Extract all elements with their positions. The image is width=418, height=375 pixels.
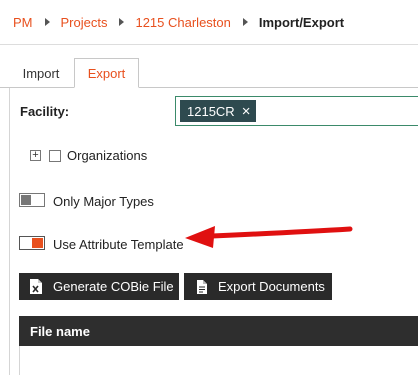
facility-chip-label: 1215CR	[187, 103, 235, 119]
only-major-types-toggle[interactable]	[19, 193, 45, 207]
organizations-label: Organizations	[67, 148, 148, 163]
organizations-checkbox[interactable]	[49, 149, 61, 162]
organizations-row: + Organizations	[30, 148, 147, 163]
generate-cobie-button[interactable]: Generate COBie File	[19, 273, 179, 300]
tab-export[interactable]: Export	[74, 58, 139, 88]
panel-border	[9, 88, 10, 375]
export-documents-button[interactable]: Export Documents	[184, 273, 332, 300]
document-icon	[196, 279, 208, 295]
table-body	[19, 346, 20, 375]
tab-import[interactable]: Import	[10, 58, 72, 88]
breadcrumb-projects[interactable]: Projects	[61, 15, 108, 30]
breadcrumb-separator-icon	[242, 18, 248, 26]
only-major-types-label: Only Major Types	[53, 194, 154, 209]
tab-bar: Import Export	[0, 58, 418, 88]
export-documents-label: Export Documents	[218, 279, 325, 294]
generate-cobie-label: Generate COBie File	[53, 279, 174, 294]
facility-select[interactable]: 1215CR ×	[175, 96, 418, 126]
toggle-knob	[32, 238, 43, 248]
breadcrumb-separator-icon	[44, 18, 50, 26]
breadcrumb: PM Projects 1215 Charleston Import/Expor…	[0, 0, 418, 44]
breadcrumb-pm[interactable]: PM	[13, 15, 33, 30]
plus-icon[interactable]: +	[30, 150, 41, 161]
annotation-arrow-icon	[185, 226, 353, 248]
breadcrumb-separator-icon	[119, 18, 125, 26]
toggle-knob	[21, 195, 31, 205]
header-divider	[0, 44, 418, 45]
table-header: File name	[19, 316, 418, 346]
excel-file-icon	[29, 278, 43, 295]
close-icon[interactable]: ×	[242, 104, 251, 119]
facility-label: Facility:	[20, 104, 70, 119]
use-attribute-template-label: Use Attribute Template	[53, 237, 184, 252]
column-header-file-name[interactable]: File name	[30, 324, 90, 339]
breadcrumb-current: Import/Export	[258, 14, 345, 30]
use-attribute-template-toggle[interactable]	[19, 236, 45, 250]
facility-chip: 1215CR ×	[180, 100, 257, 122]
breadcrumb-project[interactable]: 1215 Charleston	[135, 15, 230, 30]
